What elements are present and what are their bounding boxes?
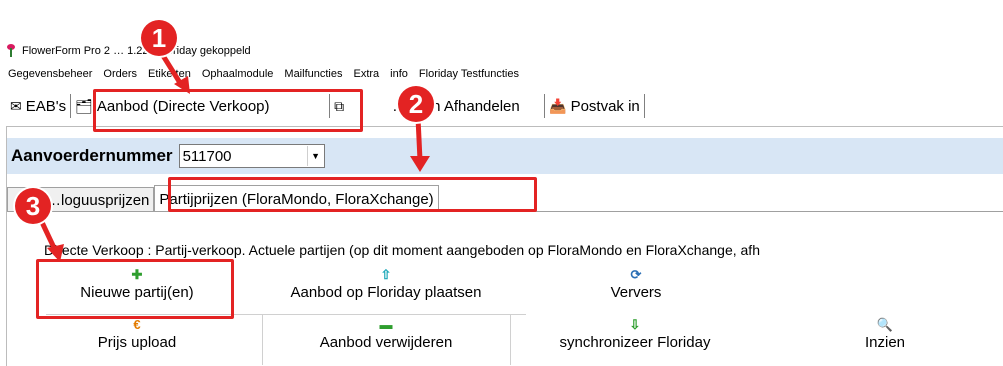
tab-label: EAB's: [25, 97, 67, 115]
supplier-label: Aanvoerdernummer: [11, 146, 173, 165]
window-title: FlowerForm Pro 2 … 1.229 Floriday gekopp…: [22, 45, 251, 57]
menu-bar: Gegevensbeheer Orders Etiketten Ophaalmo…: [8, 68, 519, 86]
button-label: Aanbod op Floriday plaatsen: [290, 284, 482, 301]
menu-ophaalmodule[interactable]: Ophaalmodule: [202, 68, 274, 86]
callout-box-aanbod-tab: [93, 89, 363, 132]
price-upload-button[interactable]: € Prijs upload: [54, 316, 220, 351]
menu-info[interactable]: info: [390, 68, 408, 86]
menu-mailfuncties[interactable]: Mailfuncties: [284, 68, 342, 86]
subtab-label: …loguusprijzen: [46, 191, 150, 209]
button-label: Aanbod verwijderen: [319, 334, 453, 351]
refresh-icon: ⟳: [630, 267, 642, 282]
callout-box-partijprijzen-tab: [168, 177, 537, 212]
divider: [510, 314, 511, 365]
menu-floriday-testfuncties[interactable]: Floriday Testfuncties: [419, 68, 519, 86]
callout-box-new-lot: [36, 259, 234, 319]
arrow-down-icon: ⇩: [629, 317, 641, 332]
annotation-badge-1: 1: [141, 20, 177, 56]
annotation-badge-3: 3: [15, 188, 51, 224]
menu-extra[interactable]: Extra: [353, 68, 379, 86]
supplier-bar: Aanvoerdernummer 511700 ▼: [7, 138, 1003, 174]
envelope-icon: ✉: [10, 97, 22, 114]
preview-icon: 🔍: [876, 317, 894, 332]
arrow-up-icon: ⇧: [380, 267, 392, 282]
description-text: Directe Verkoop : Partij-verkoop. Actuel…: [44, 242, 760, 258]
button-label: Ververs: [610, 284, 662, 301]
button-label: Prijs upload: [97, 334, 177, 351]
supplier-value: 511700: [182, 147, 232, 165]
offer-icon: 🗂: [75, 97, 93, 114]
chevron-down-icon[interactable]: ▼: [306, 146, 324, 166]
minus-icon: ▬: [379, 317, 393, 332]
refresh-button[interactable]: ⟳ Ververs: [586, 266, 686, 301]
supplier-select[interactable]: 511700 ▼: [178, 144, 325, 168]
view-button[interactable]: 🔍 Inzien: [840, 316, 930, 351]
tab-postvak-in[interactable]: 📥 Postvak in: [545, 94, 645, 118]
annotation-badge-2: 2: [398, 86, 434, 122]
tab-eabs[interactable]: ✉ EAB's: [6, 94, 72, 118]
button-label: Inzien: [864, 334, 906, 351]
menu-gegevensbeheer[interactable]: Gegevensbeheer: [8, 68, 92, 86]
tab-label: Postvak in: [570, 97, 640, 115]
menu-etiketten[interactable]: Etiketten: [148, 68, 191, 86]
menu-orders[interactable]: Orders: [103, 68, 137, 86]
place-offer-button[interactable]: ⇧ Aanbod op Floriday plaatsen: [262, 266, 510, 301]
sync-floriday-button[interactable]: ⇩ synchronizeer Floriday: [520, 316, 750, 351]
button-label: synchronizeer Floriday: [559, 334, 711, 351]
flower-icon: [6, 44, 16, 58]
remove-offer-button[interactable]: ▬ Aanbod verwijderen: [262, 316, 510, 351]
title-bar: FlowerForm Pro 2 … 1.229 Floriday gekopp…: [6, 42, 251, 60]
inbox-icon: 📥: [549, 97, 567, 114]
